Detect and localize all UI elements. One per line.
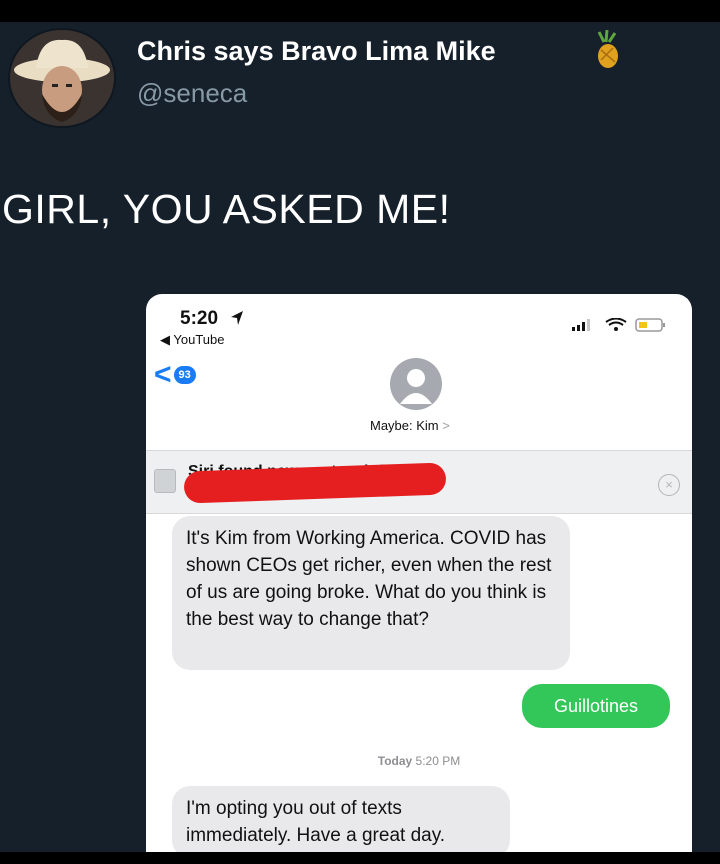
display-name[interactable]: Chris says Bravo Lima Mike xyxy=(137,36,496,67)
contact-chevron-icon: > xyxy=(442,418,450,433)
unread-count-badge: 93 xyxy=(173,366,196,384)
avatar-photo xyxy=(10,30,114,126)
timestamp-day: Today xyxy=(377,754,413,768)
bottom-black-strip xyxy=(0,852,720,864)
back-chevron-icon: < xyxy=(154,358,172,391)
contact-avatar[interactable] xyxy=(390,358,442,410)
back-to-app[interactable]: ◀ YouTube xyxy=(160,332,224,348)
siri-suggestion-banner[interactable]: Siri found new contact info xyxy=(146,450,692,514)
battery-icon xyxy=(635,318,665,332)
pineapple-icon xyxy=(597,30,618,68)
back-triangle-icon: ◀ xyxy=(160,332,174,347)
incoming-message: I'm opting you out of texts immediately.… xyxy=(172,786,510,854)
message-timestamp: Today 5:20 PM xyxy=(146,754,692,768)
contact-card-icon xyxy=(154,469,176,493)
top-black-strip xyxy=(0,0,720,22)
status-icons xyxy=(572,318,665,332)
dismiss-icon[interactable]: × xyxy=(658,474,680,496)
timestamp-time: 5:20 PM xyxy=(415,754,461,768)
messages-back-button[interactable]: < 93 xyxy=(154,360,220,390)
contact-name[interactable]: Maybe: Kim > xyxy=(370,418,450,433)
signal-icon xyxy=(572,319,590,331)
tweet-text: GIRL, YOU ASKED ME! xyxy=(2,186,451,232)
profile-avatar[interactable] xyxy=(8,28,116,128)
contact-label: Maybe: Kim xyxy=(370,418,439,433)
user-handle[interactable]: @seneca xyxy=(137,78,247,109)
incoming-message: It's Kim from Working America. COVID has… xyxy=(172,516,570,670)
outgoing-message: Guillotines xyxy=(522,684,670,728)
location-arrow-icon xyxy=(231,311,243,325)
wifi-icon xyxy=(605,318,627,331)
status-time: 5:20 xyxy=(180,308,219,329)
back-app-label: YouTube xyxy=(173,332,225,347)
phone-screenshot: 5:20 ◀ YouTube < 93 Maybe: Kim > × It's … xyxy=(146,294,692,854)
contact-placeholder-icon xyxy=(400,369,432,404)
